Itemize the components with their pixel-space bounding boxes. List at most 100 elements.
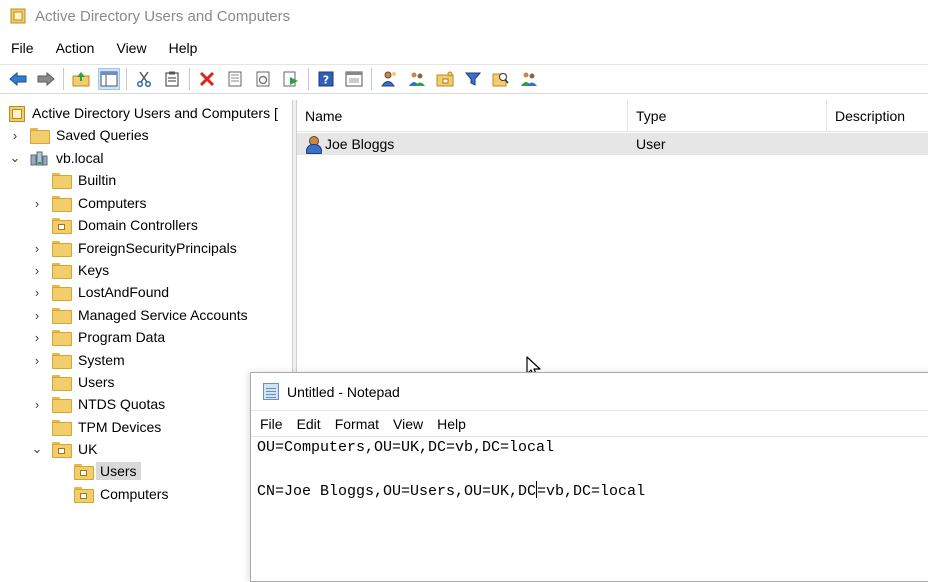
- notepad-menu-edit[interactable]: Edit: [290, 416, 328, 432]
- text-line-3: CN=Joe Bloggs,OU=Users,OU=UK,DC=vb,DC=lo…: [257, 481, 928, 503]
- ou-folder-icon: [74, 487, 94, 503]
- tree-item-uk-computers[interactable]: Computers: [74, 483, 168, 505]
- tree-item-program-data[interactable]: › Program Data: [30, 326, 165, 348]
- table-row[interactable]: Joe Bloggs User: [297, 133, 928, 155]
- console-tree-icon[interactable]: [343, 68, 365, 90]
- notepad-menu-view[interactable]: View: [386, 416, 430, 432]
- tree-item-saved-queries[interactable]: › Saved Queries: [8, 124, 149, 146]
- tree-root[interactable]: Active Directory Users and Computers [: [8, 102, 278, 124]
- folder-icon: [52, 241, 72, 257]
- chevron-right-icon[interactable]: ›: [30, 285, 44, 300]
- forward-icon[interactable]: [35, 68, 57, 90]
- notepad-menu-help[interactable]: Help: [430, 416, 473, 432]
- menu-bar: File Action View Help: [0, 36, 208, 60]
- add-to-group-icon[interactable]: [518, 68, 540, 90]
- new-ou-icon[interactable]: [434, 68, 456, 90]
- tree-item-uk-users[interactable]: Users: [74, 460, 141, 482]
- folder-icon: [52, 308, 72, 324]
- tree-item-uk[interactable]: ⌄ UK: [30, 438, 97, 460]
- tree-item-tpm-devices[interactable]: TPM Devices: [52, 416, 161, 438]
- toolbar-separator: [63, 68, 64, 90]
- tree-item-label: LostAndFound: [78, 284, 170, 300]
- chevron-right-icon[interactable]: ›: [30, 263, 44, 278]
- tree-item-label: Managed Service Accounts: [78, 307, 248, 323]
- chevron-right-icon[interactable]: ›: [30, 330, 44, 345]
- export-list-icon[interactable]: [280, 68, 302, 90]
- chevron-right-icon[interactable]: ›: [30, 308, 44, 323]
- tree-item-system[interactable]: › System: [30, 349, 125, 371]
- new-user-icon[interactable]: [378, 68, 400, 90]
- tree-item-label: UK: [78, 441, 98, 457]
- folder-icon: [52, 263, 72, 279]
- tree-item-domain[interactable]: ⌄ vb.local: [8, 147, 104, 169]
- notepad-menu-file[interactable]: File: [251, 416, 290, 432]
- column-header-name[interactable]: Name: [297, 100, 628, 132]
- chevron-right-icon[interactable]: ›: [30, 397, 44, 412]
- tree-item-label: Computers: [78, 195, 147, 211]
- column-header-description[interactable]: Description: [827, 100, 928, 132]
- folder-icon: [52, 173, 72, 189]
- text-before-caret: CN=Joe Bloggs,OU=Users,OU=UK,DC: [257, 483, 537, 500]
- chevron-right-icon[interactable]: ›: [30, 196, 44, 211]
- folder-icon: [52, 285, 72, 301]
- back-icon[interactable]: [7, 68, 29, 90]
- text-after-caret: =vb,DC=local: [537, 483, 646, 500]
- properties-icon[interactable]: [224, 68, 246, 90]
- tree-item-label: vb.local: [56, 150, 104, 166]
- title-bar: Active Directory Users and Computers: [0, 0, 928, 32]
- text-line-2: [257, 459, 928, 481]
- tree-item-label: ForeignSecurityPrincipals: [78, 240, 237, 256]
- delete-icon[interactable]: [196, 68, 218, 90]
- chevron-right-icon[interactable]: ›: [30, 353, 44, 368]
- toolbar-separator: [308, 68, 309, 90]
- window-title: Active Directory Users and Computers: [35, 7, 291, 25]
- aduc-root-icon: [8, 105, 25, 122]
- notepad-title: Untitled - Notepad: [287, 383, 400, 400]
- tree-item-label: System: [78, 352, 125, 368]
- tree-root-label: Active Directory Users and Computers [: [32, 105, 278, 121]
- tree-item-label: Users: [96, 462, 141, 480]
- menu-help[interactable]: Help: [158, 40, 209, 56]
- up-folder-icon[interactable]: [70, 68, 92, 90]
- tree-item-users[interactable]: Users: [52, 371, 115, 393]
- folder-icon: [52, 330, 72, 346]
- paste-icon[interactable]: [161, 68, 183, 90]
- menu-file[interactable]: File: [0, 40, 45, 56]
- row-name: Joe Bloggs: [325, 136, 395, 152]
- column-header-type[interactable]: Type: [628, 100, 827, 132]
- tree-item-foreign-security-principals[interactable]: › ForeignSecurityPrincipals: [30, 237, 237, 259]
- show-hide-tree-icon[interactable]: [98, 68, 120, 90]
- help-icon[interactable]: ?: [315, 68, 337, 90]
- find-icon[interactable]: [490, 68, 512, 90]
- menu-view[interactable]: View: [105, 40, 157, 56]
- folder-icon: [52, 420, 72, 436]
- folder-icon: [52, 397, 72, 413]
- chevron-right-icon[interactable]: ›: [30, 241, 44, 256]
- tree-item-lost-and-found[interactable]: › LostAndFound: [30, 281, 169, 303]
- new-group-icon[interactable]: [406, 68, 428, 90]
- chevron-down-icon[interactable]: ⌄: [30, 441, 44, 456]
- ou-folder-icon: [52, 218, 72, 234]
- filter-icon[interactable]: [462, 68, 484, 90]
- console-tree: Active Directory Users and Computers [ ›…: [0, 100, 292, 570]
- tree-item-builtin[interactable]: Builtin: [52, 169, 116, 191]
- menu-action[interactable]: Action: [45, 40, 106, 56]
- notepad-menu-format[interactable]: Format: [328, 416, 386, 432]
- folder-icon: [52, 196, 72, 212]
- svg-text:?: ?: [323, 74, 329, 87]
- notepad-title-bar[interactable]: Untitled - Notepad: [251, 373, 928, 411]
- tree-item-domain-controllers[interactable]: Domain Controllers: [52, 214, 198, 236]
- folder-icon: [52, 375, 72, 391]
- tree-item-managed-service-accounts[interactable]: › Managed Service Accounts: [30, 304, 248, 326]
- tree-item-keys[interactable]: › Keys: [30, 259, 109, 281]
- tree-item-ntds-quotas[interactable]: › NTDS Quotas: [30, 393, 165, 415]
- chevron-down-icon[interactable]: ⌄: [8, 150, 22, 165]
- chevron-right-icon[interactable]: ›: [8, 128, 22, 143]
- toolbar-separator: [371, 68, 372, 90]
- refresh-icon[interactable]: [252, 68, 274, 90]
- notepad-text-area[interactable]: OU=Computers,OU=UK,DC=vb,DC=local CN=Joe…: [251, 436, 928, 576]
- cut-icon[interactable]: [133, 68, 155, 90]
- tree-item-computers[interactable]: › Computers: [30, 192, 146, 214]
- folder-icon: [52, 353, 72, 369]
- tree-item-label: Domain Controllers: [78, 217, 198, 233]
